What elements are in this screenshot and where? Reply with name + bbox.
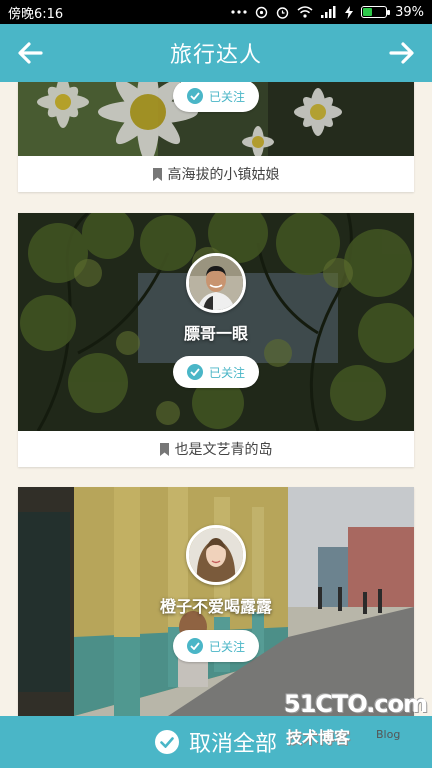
bookmark-icon — [152, 167, 162, 181]
card-photo: 膘哥一眼 已关注 — [18, 213, 414, 431]
arrow-right-icon — [389, 42, 414, 64]
follow-button[interactable]: 已关注 — [173, 356, 259, 388]
check-icon — [186, 638, 203, 654]
charging-icon — [345, 5, 354, 19]
traveler-card[interactable]: 橙子不爱喝露露 已关注 — [18, 487, 414, 716]
bookmark-icon — [159, 442, 169, 456]
battery-percent: 39% — [395, 4, 424, 20]
follow-label: 已关注 — [208, 639, 245, 654]
forward-button[interactable] — [376, 24, 428, 82]
back-button[interactable] — [4, 24, 56, 82]
username: 橙子不爱喝露露 — [159, 597, 272, 616]
caption-text: 也是文艺青的岛 — [174, 442, 273, 458]
card-photo: 已关注 — [18, 82, 414, 156]
caption-text: 高海拔的小镇姑娘 — [167, 167, 280, 183]
follow-label: 已关注 — [208, 89, 245, 104]
check-icon — [186, 88, 203, 104]
username: 膘哥一眼 — [183, 324, 248, 343]
status-icons: 39% — [231, 5, 424, 20]
check-icon — [154, 730, 179, 754]
follow-button[interactable]: 已关注 — [173, 82, 259, 112]
card-photo: 橙子不爱喝露露 已关注 — [18, 487, 414, 716]
wifi-icon — [297, 5, 313, 19]
avatar[interactable] — [186, 525, 246, 585]
traveler-card[interactable]: 已关注 高海拔的小镇姑娘 — [18, 82, 414, 192]
status-bar: 傍晚6:16 39% — [0, 0, 432, 24]
follow-button[interactable]: 已关注 — [173, 630, 259, 662]
check-icon — [186, 364, 203, 380]
app-bar: 旅行达人 — [0, 24, 432, 82]
traveler-card[interactable]: 膘哥一眼 已关注 也是文艺青的岛 — [18, 213, 414, 467]
signal-icon — [321, 5, 337, 19]
dots-icon — [231, 5, 247, 19]
page-title: 旅行达人 — [169, 43, 262, 68]
status-time: 傍晚6:16 — [8, 6, 64, 22]
unfollow-all-button[interactable]: 取消全部 — [0, 716, 432, 768]
card-caption: 也是文艺青的岛 — [18, 431, 414, 467]
alarm-icon — [276, 5, 289, 19]
avatar[interactable] — [186, 253, 246, 313]
traveler-list[interactable]: 已关注 高海拔的小镇姑娘 膘哥一眼 已关注 也是文艺青的岛 橙子不爱喝露露 已关… — [0, 82, 432, 716]
sync-icon — [255, 5, 268, 19]
card-caption: 高海拔的小镇姑娘 — [18, 156, 414, 192]
unfollow-all-label: 取消全部 — [188, 732, 277, 757]
battery-icon — [361, 6, 391, 18]
arrow-left-icon — [18, 42, 43, 64]
follow-label: 已关注 — [208, 365, 245, 380]
